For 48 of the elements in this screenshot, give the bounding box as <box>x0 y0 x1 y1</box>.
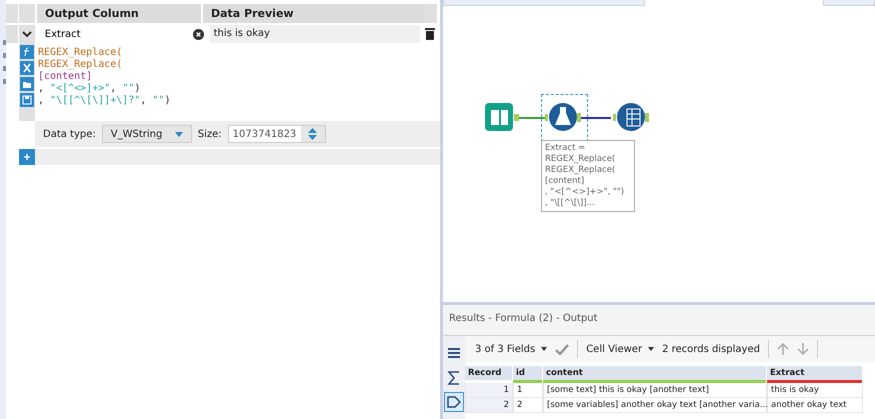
records-count: 2 records displayed <box>662 344 760 354</box>
table-cell: 2 <box>513 398 543 413</box>
tag-icon[interactable] <box>444 392 464 412</box>
table-cell: this is okay <box>767 383 863 398</box>
arrow-up-icon[interactable] <box>776 342 789 356</box>
column-header: id <box>515 367 526 380</box>
checkmark-icon[interactable] <box>555 344 570 354</box>
size-field[interactable]: 1073741823 <box>228 125 326 143</box>
expression-editor[interactable]: REGEX_Replace( REGEX_Replace( [content] , "<[^<>]+>", "") , "\[[^\[\]]+\]?", "") <box>35 43 440 121</box>
function-icon[interactable] <box>20 45 34 59</box>
chevron-icon[interactable] <box>22 30 32 38</box>
clear-icon[interactable] <box>192 28 204 40</box>
column-header: Extract <box>769 367 806 380</box>
table-cell: 2 <box>465 398 513 413</box>
column-header: Data Preview <box>203 4 425 23</box>
connector-line <box>581 116 611 120</box>
table-cell: [some variables] another okay text [another varia... <box>543 398 767 413</box>
row-handle[interactable] <box>6 4 18 23</box>
data-type-label: Data type: <box>43 128 96 140</box>
row-handle[interactable] <box>6 25 18 43</box>
folder-icon[interactable] <box>20 77 34 91</box>
spinner-arrows-icon[interactable] <box>308 128 318 140</box>
column-header: Record <box>467 367 502 380</box>
table-cell: another okay text <box>767 398 863 413</box>
table-cell: [some text] this is okay [another text] <box>543 383 767 398</box>
annotation-text: Extract = REGEX_Replace( REGEX_Replace( [content] , "<[^<>]+>", "") , "\[[^\[\]]... <box>541 140 635 212</box>
table-cell: 1 <box>465 383 513 398</box>
table-icon[interactable] <box>613 100 649 134</box>
cell-viewer-dropdown[interactable]: Cell Viewer <box>586 344 654 354</box>
flask-icon[interactable] <box>545 100 581 134</box>
header-cell <box>19 4 35 23</box>
connector-line <box>519 116 545 120</box>
caret-icon[interactable] <box>541 347 548 351</box>
size-label: Size: <box>198 128 222 140</box>
table-cell: 1 <box>513 383 543 398</box>
arrow-down-icon[interactable] <box>796 342 809 356</box>
trash-icon[interactable] <box>424 27 436 41</box>
data-type-dropdown[interactable]: V_WString <box>102 125 192 143</box>
caret-icon[interactable] <box>648 347 654 351</box>
column-header: content <box>545 367 584 380</box>
column-header: Output Column <box>37 4 201 23</box>
variable-icon[interactable] <box>20 61 34 75</box>
fields-dropdown[interactable]: 3 of 3 Fields <box>475 344 548 354</box>
add-field-button[interactable]: + <box>19 149 35 165</box>
save-icon[interactable] <box>20 93 34 107</box>
results-title: Results - Formula (2) - Output <box>448 312 599 326</box>
header-cell <box>425 4 437 23</box>
data-preview: this is okay <box>210 25 420 43</box>
